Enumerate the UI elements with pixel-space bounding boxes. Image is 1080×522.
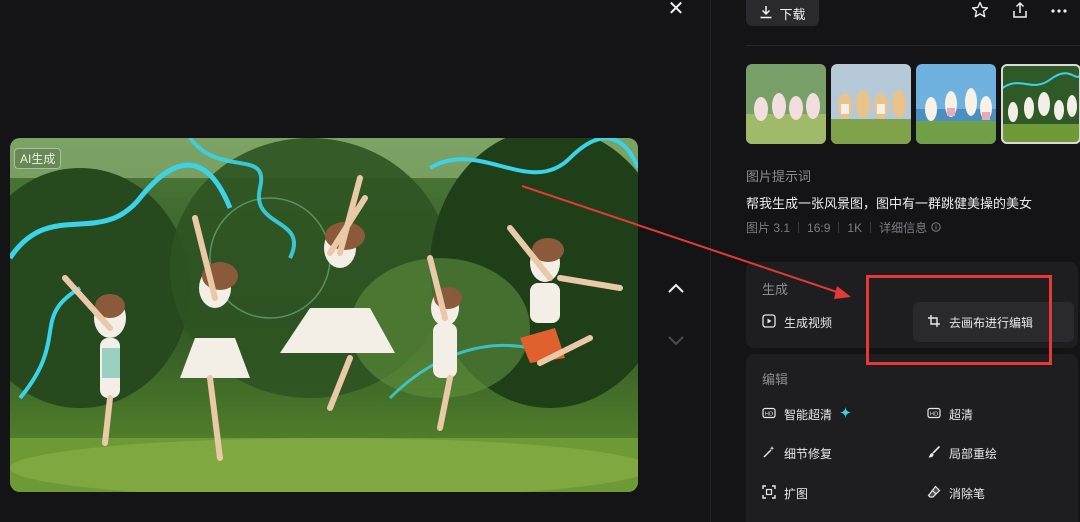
meta-separator: [798, 222, 800, 233]
star-icon[interactable]: [968, 0, 992, 20]
details-link[interactable]: 详细信息: [879, 219, 941, 236]
details-label: 详细信息: [879, 221, 928, 235]
thumbnail-4-selected[interactable]: [1001, 64, 1080, 144]
expand-icon: [762, 484, 776, 502]
generate-heading: 生成: [762, 282, 789, 297]
outpaint-button[interactable]: 扩图: [762, 484, 808, 502]
magic-wand-icon: [762, 445, 776, 462]
inpaint-label: 局部重绘: [949, 446, 998, 461]
chevron-up-icon[interactable]: [662, 277, 690, 301]
meta-resolution: 1K: [847, 220, 863, 235]
meta-separator: [838, 222, 840, 233]
smart-hd-label: 智能超清: [784, 407, 833, 422]
thumbnail-2[interactable]: [831, 64, 911, 144]
outpaint-label: 扩图: [784, 486, 809, 501]
generate-video-button[interactable]: 生成视频: [762, 313, 832, 331]
header-divider: [746, 45, 1080, 46]
close-icon[interactable]: ✕: [664, 0, 688, 20]
play-icon: [762, 313, 776, 331]
hd-icon: HD: [927, 406, 941, 423]
chevron-down-icon[interactable]: [662, 328, 690, 352]
download-button[interactable]: 下载: [746, 0, 819, 26]
eraser-icon: [927, 485, 941, 502]
meta-ratio: 16:9: [807, 220, 831, 235]
download-label: 下载: [779, 6, 806, 22]
detail-repair-button[interactable]: 细节修复: [762, 444, 832, 462]
eraser-button[interactable]: 消除笔: [927, 484, 985, 502]
sparkle-icon: [840, 407, 852, 421]
thumbnail-1[interactable]: [746, 64, 826, 144]
generate-video-label: 生成视频: [784, 315, 833, 330]
share-icon[interactable]: [1008, 0, 1032, 20]
more-icon[interactable]: [1047, 0, 1071, 20]
hd-button[interactable]: HD 超清: [927, 405, 973, 423]
meta-separator: [870, 222, 872, 233]
highlight-box: [866, 275, 1052, 365]
hd-label: 超清: [949, 407, 974, 422]
prompt-text: 帮我生成一张风景图，图中有一群跳健美操的美女: [746, 196, 1033, 211]
inpaint-button[interactable]: 局部重绘: [927, 444, 997, 462]
brush-icon: [927, 445, 941, 462]
meta-model: 图片 3.1: [746, 221, 791, 235]
hd-icon: HD: [762, 406, 776, 423]
thumbnail-3[interactable]: [916, 64, 996, 144]
svg-text:HD: HD: [930, 411, 938, 417]
ai-generated-badge: AI生成: [14, 148, 62, 169]
eraser-label: 消除笔: [949, 486, 986, 501]
info-icon: [931, 221, 941, 235]
edit-heading: 编辑: [762, 372, 789, 387]
smart-hd-button[interactable]: HD 智能超清: [762, 405, 852, 423]
image-meta: 图片 3.1 16:9 1K 详细信息: [746, 219, 941, 236]
download-icon: [759, 5, 773, 22]
detail-repair-label: 细节修复: [784, 446, 833, 461]
generated-image: [10, 138, 638, 492]
svg-text:HD: HD: [765, 411, 773, 417]
prompt-heading: 图片提示词: [746, 169, 812, 184]
